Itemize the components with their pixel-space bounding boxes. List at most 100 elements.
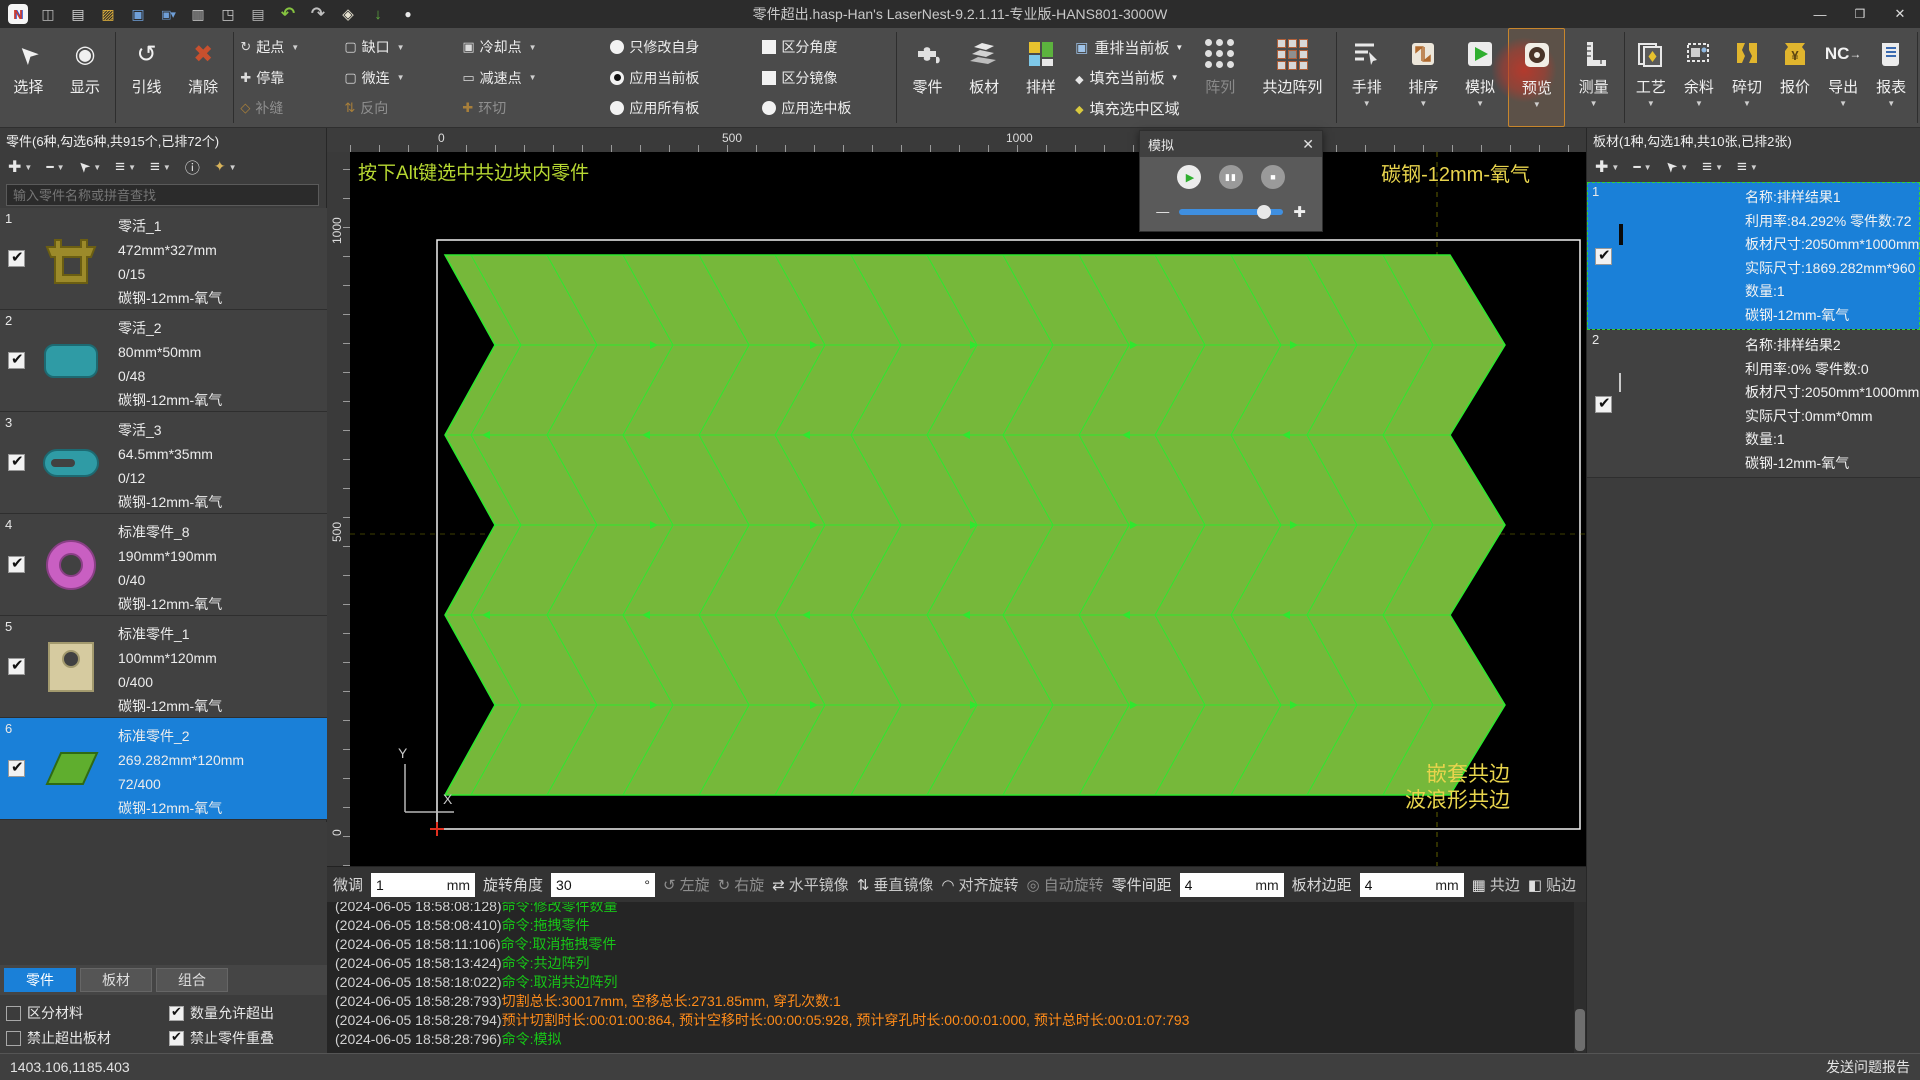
filter-sheets-button[interactable]: ▼ (1737, 157, 1758, 177)
mirror-horizontal-button[interactable]: 水平镜像 (772, 874, 849, 895)
redo-icon[interactable] (308, 4, 328, 24)
snap-edge-button[interactable]: 贴边 (1528, 874, 1576, 895)
notch-button[interactable]: ▢缺口▼ (344, 37, 462, 57)
search-input[interactable] (6, 184, 319, 206)
part-list-item[interactable]: 1 零活_1 472mm*327mm 0/15 碳钢-12mm-氧气 (0, 208, 327, 310)
new-file-icon[interactable] (68, 4, 88, 24)
select-parts-button[interactable]: ▼ (78, 158, 101, 176)
filter-parts-button[interactable]: ▼ (150, 157, 171, 177)
remove-part-button[interactable]: ▼ (46, 158, 64, 176)
simulate-popup-titlebar[interactable]: 模拟 (1140, 131, 1322, 157)
sim-stop-button[interactable] (1261, 165, 1285, 189)
radio-apply-all-sheets[interactable]: 应用所有板 (610, 98, 762, 118)
sheet-margin-input[interactable]: 4mm (1360, 873, 1464, 897)
microjoint-button[interactable]: ▢微连▼ (344, 68, 462, 88)
radio-apply-current-sheet[interactable]: 应用当前板 (610, 68, 762, 88)
add-sheet-button[interactable]: ▼ (1595, 157, 1619, 177)
user-icon[interactable] (398, 4, 418, 24)
log-scrollbar-thumb[interactable] (1575, 1009, 1585, 1051)
sim-play-button[interactable] (1177, 165, 1201, 189)
preview-button[interactable]: 预览 ▼ (1508, 28, 1565, 127)
rotate-left-button[interactable]: 左旋 (663, 874, 710, 895)
start-point-button[interactable]: ↻起点▼ (240, 37, 344, 57)
sort-parts-button[interactable]: ▼ (115, 157, 136, 177)
check-distinguish-angle[interactable]: 区分角度 (762, 37, 890, 57)
import-icon[interactable] (368, 4, 388, 24)
radio-apply-selected-sheets[interactable]: 应用选中板 (762, 98, 890, 118)
minimize-button[interactable] (1800, 0, 1840, 28)
part-list-item[interactable]: 2 零活_2 80mm*50mm 0/48 碳钢-12mm-氧气 (0, 310, 327, 412)
remnant-button[interactable]: 余料 ▼ (1675, 28, 1723, 127)
part-checkbox[interactable] (8, 250, 25, 267)
process-button[interactable]: 工艺 ▼ (1627, 28, 1675, 127)
send-report-link[interactable]: 发送问题报告 (1826, 1057, 1910, 1077)
auto-rotate-button[interactable]: 自动旋转 (1027, 874, 1104, 895)
sim-slider-thumb[interactable] (1257, 205, 1271, 219)
undo-icon[interactable] (278, 4, 298, 24)
database-icon[interactable] (248, 4, 268, 24)
clear-button[interactable]: 清除 (175, 28, 232, 127)
manual-nest-button[interactable]: 手排 ▼ (1338, 28, 1395, 127)
close-button[interactable] (1880, 0, 1920, 28)
measure-button[interactable]: 测量 ▼ (1565, 28, 1622, 127)
mirror-vertical-button[interactable]: 垂直镜像 (857, 874, 934, 895)
fill-current-sheet-button[interactable]: 填充当前板▼ (1075, 66, 1183, 90)
rotate-right-button[interactable]: 右旋 (718, 874, 765, 895)
sim-speed-plus-button[interactable] (1293, 203, 1306, 222)
select-tool-button[interactable]: 选择 (0, 28, 57, 127)
export-button[interactable]: NC→ 导出 ▼ (1819, 28, 1867, 127)
sim-pause-button[interactable] (1219, 165, 1243, 189)
part-tools-button[interactable]: ▼ (214, 158, 237, 176)
open-folder-icon[interactable] (98, 4, 118, 24)
report-button[interactable]: 报表 ▼ (1867, 28, 1915, 127)
reverse-button[interactable]: ⇅反向 (344, 98, 462, 118)
part-list-item-selected[interactable]: 6 标准零件_2 269.282mm*120mm 72/400 碳钢-12mm-… (0, 718, 327, 820)
sheet-checkbox[interactable] (1595, 248, 1612, 265)
tab-groups[interactable]: 组合 (156, 968, 228, 992)
option-allow-exceed-qty[interactable]: 数量允许超出 (169, 1003, 326, 1023)
part-checkbox[interactable] (8, 556, 25, 573)
radio-modify-self[interactable]: 只修改自身 (610, 37, 762, 57)
option-forbid-exceed-sheet[interactable]: 禁止超出板材 (6, 1028, 163, 1048)
sim-speed-slider[interactable] (1179, 209, 1283, 215)
coedge-button[interactable]: 共边 (1472, 874, 1520, 895)
ring-cut-button[interactable]: ✚环切 (462, 98, 610, 118)
part-list-item[interactable]: 5 标准零件_1 100mm*120mm 0/400 碳钢-12mm-氧气 (0, 616, 327, 718)
nest-button[interactable]: 排样 (1013, 28, 1070, 127)
coedge-array-button[interactable]: 共边阵列 (1251, 28, 1333, 127)
popup-close-icon[interactable] (1302, 136, 1314, 153)
command-log[interactable]: (2024-06-05 18:58:08:128)命令:修改零件数量 (2024… (327, 902, 1586, 1053)
part-checkbox[interactable] (8, 760, 25, 777)
file-check-icon[interactable] (188, 4, 208, 24)
check-distinguish-mirror[interactable]: 区分镜像 (762, 68, 890, 88)
part-list-item[interactable]: 3 零活_3 64.5mm*35mm 0/12 碳钢-12mm-氧气 (0, 412, 327, 514)
part-info-button[interactable] (185, 157, 200, 178)
seam-fill-button[interactable]: ◇补缝 (240, 98, 344, 118)
part-gap-input[interactable]: 4mm (1180, 873, 1284, 897)
sheets-button[interactable]: 板材 (956, 28, 1013, 127)
sheet-list-item[interactable]: 2 名称:排样结果2 利用率:0% 零件数:0 板材尺寸:2050mm*1000… (1587, 330, 1920, 478)
fill-selected-area-button[interactable]: 填充选中区域 (1075, 96, 1183, 120)
part-checkbox[interactable] (8, 454, 25, 471)
quote-button[interactable]: ¥ 报价 (1771, 28, 1819, 127)
display-button[interactable]: 显示 (57, 28, 114, 127)
maximize-button[interactable] (1840, 0, 1880, 28)
sort-sheets-button[interactable]: ▼ (1702, 157, 1723, 177)
part-checkbox[interactable] (8, 658, 25, 675)
screenshot-icon[interactable] (38, 4, 58, 24)
parts-button[interactable]: 零件 (899, 28, 956, 127)
remove-sheet-button[interactable]: ▼ (1633, 158, 1651, 176)
slowdown-point-button[interactable]: ▭减速点▼ (462, 68, 610, 88)
log-scrollbar[interactable] (1574, 902, 1586, 1053)
rotate-angle-input[interactable]: 30° (551, 873, 655, 897)
sheet-checkbox[interactable] (1595, 396, 1612, 413)
select-sheets-button[interactable]: ▼ (1665, 158, 1688, 176)
sheet-list-item-selected[interactable]: 1 名称:排样结果1 利用率:84.292% 零件数:72 板材尺寸:2050m… (1587, 182, 1920, 330)
array-button[interactable]: 阵列 (1189, 28, 1251, 127)
option-forbid-overlap[interactable]: 禁止零件重叠 (169, 1028, 326, 1048)
rearrange-current-sheet-button[interactable]: 重排当前板▼ (1075, 35, 1183, 59)
nesting-canvas[interactable]: Y X 按下Alt键选中共边块内零件 碳钢-12mm-氧气 嵌套共边 波浪形共边 (350, 152, 1586, 866)
option-distinguish-material[interactable]: 区分材料 (6, 1003, 163, 1023)
part-checkbox[interactable] (8, 352, 25, 369)
tab-parts[interactable]: 零件 (4, 968, 76, 992)
